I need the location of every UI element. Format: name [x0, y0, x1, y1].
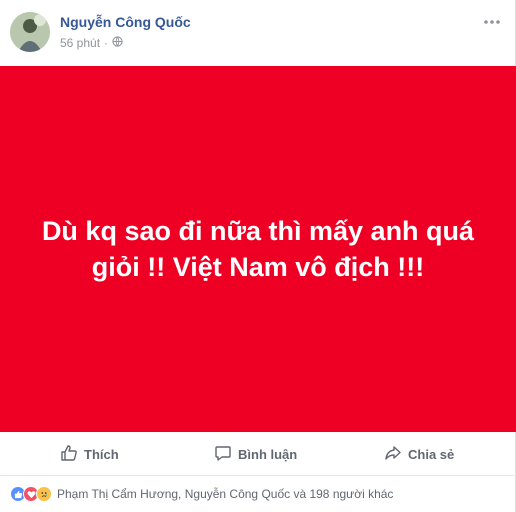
like-button[interactable]: Thích	[60, 432, 119, 476]
comment-button[interactable]: Bình luận	[214, 432, 297, 476]
post-time[interactable]: 56 phút	[60, 36, 100, 50]
share-button[interactable]: Chia sẻ	[384, 432, 454, 476]
post-meta: 56 phút ·	[60, 36, 123, 50]
like-label: Thích	[84, 446, 119, 462]
reaction-names[interactable]: Phạm Thị Cẩm Hương, Nguyễn Công Quốc và …	[57, 487, 393, 501]
separator-dot: ·	[104, 36, 109, 50]
avatar[interactable]	[10, 12, 50, 52]
post-banner: Dù kq sao đi nữa thì mấy anh quá giỏi !!…	[0, 66, 516, 432]
action-bar: Thích Bình luận Chia sẻ	[0, 432, 516, 476]
sad-reaction-icon	[36, 486, 52, 502]
thumbs-up-icon	[60, 444, 78, 465]
share-label: Chia sẻ	[408, 446, 455, 462]
reaction-icons	[10, 486, 52, 502]
comment-label: Bình luận	[238, 446, 298, 462]
author-name[interactable]: Nguyễn Công Quốc	[60, 14, 191, 30]
post-header: Nguyễn Công Quốc 56 phút ·	[0, 0, 516, 66]
reactions-summary[interactable]: Phạm Thị Cẩm Hương, Nguyễn Công Quốc và …	[0, 476, 516, 512]
globe-icon[interactable]	[112, 36, 123, 50]
facebook-post: Nguyễn Công Quốc 56 phút · Dù kq sao đi …	[0, 0, 516, 512]
more-options-button[interactable]	[482, 12, 502, 28]
comment-icon	[214, 444, 232, 465]
share-arrow-icon	[384, 444, 402, 465]
post-text: Dù kq sao đi nữa thì mấy anh quá giỏi !!…	[41, 216, 475, 282]
more-horizontal-icon	[484, 11, 500, 29]
